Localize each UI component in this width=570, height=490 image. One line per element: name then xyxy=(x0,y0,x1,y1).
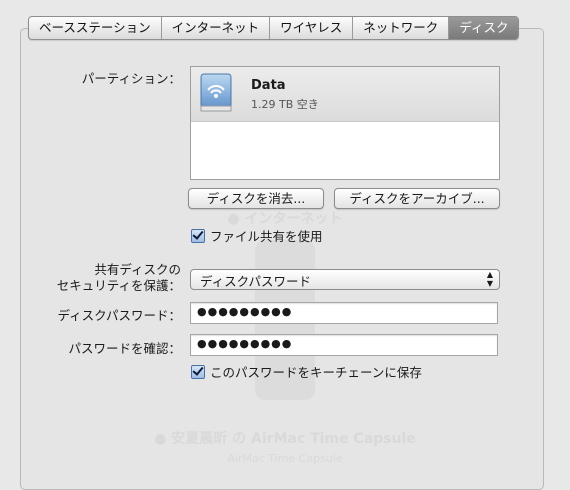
save-keychain-checkbox[interactable]: このパスワードをキーチェーンに保存 xyxy=(191,362,422,381)
partition-row[interactable]: Data 1.29 TB 空き xyxy=(191,67,499,122)
partition-list[interactable]: Data 1.29 TB 空き xyxy=(190,66,500,180)
select-arrows-icon: ▲ ▼ xyxy=(486,270,493,288)
security-label-line1: 共有ディスクの xyxy=(94,262,181,277)
confirm-password-label: パスワードを確認： xyxy=(68,341,181,356)
disk-password-field[interactable]: ●●●●●●●●● xyxy=(190,302,498,324)
partition-label: パーティション： xyxy=(81,71,181,86)
tab-wireless[interactable]: ワイヤレス xyxy=(270,17,354,39)
disk-name: Data xyxy=(251,78,286,93)
file-sharing-label: ファイル共有を使用 xyxy=(210,229,323,244)
security-select[interactable]: ディスクパスワード ▲ ▼ xyxy=(190,269,500,290)
security-label: 共有ディスクの セキュリティを保護： xyxy=(57,262,181,294)
erase-disk-button[interactable]: ディスクを消去... xyxy=(188,188,324,209)
security-label-line2: セキュリティを保護： xyxy=(56,278,181,293)
disk-free-space: 1.29 TB 空き xyxy=(251,98,319,111)
tab-network[interactable]: ネットワーク xyxy=(353,17,450,39)
file-sharing-checkbox[interactable]: ファイル共有を使用 xyxy=(191,226,323,245)
archive-disk-button[interactable]: ディスクをアーカイブ... xyxy=(334,188,500,209)
tab-bar: ベースステーション インターネット ワイヤレス ネットワーク ディスク xyxy=(28,16,520,40)
disk-password-value: ●●●●●●●●● xyxy=(197,305,293,318)
checkbox-checked-icon[interactable] xyxy=(191,364,205,379)
disk-password-label: ディスクパスワード： xyxy=(57,308,181,323)
external-drive-wifi-icon xyxy=(200,73,232,112)
save-keychain-label: このパスワードをキーチェーンに保存 xyxy=(210,365,422,380)
confirm-password-field[interactable]: ●●●●●●●●● xyxy=(190,334,498,356)
tab-internet[interactable]: インターネット xyxy=(162,17,271,39)
confirm-password-value: ●●●●●●●●● xyxy=(197,337,293,350)
checkbox-checked-icon[interactable] xyxy=(191,228,205,243)
tab-disks[interactable]: ディスク xyxy=(449,17,519,39)
tab-base-station[interactable]: ベースステーション xyxy=(29,17,162,39)
security-select-value: ディスクパスワード xyxy=(200,274,312,289)
